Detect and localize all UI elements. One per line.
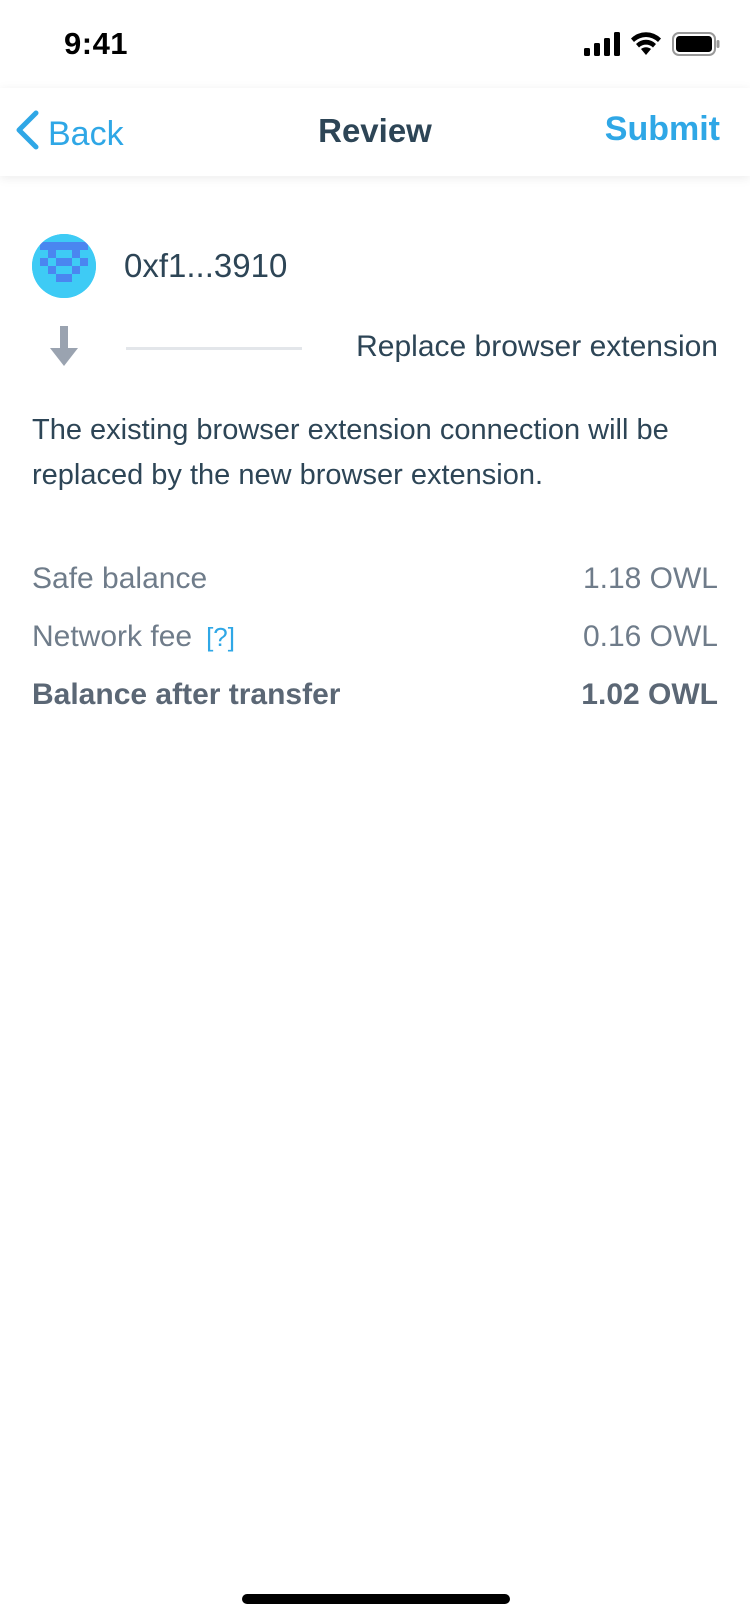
network-fee-row: Network fee [?] 0.16 OWL (32, 608, 718, 666)
network-fee-help-link[interactable]: [?] (206, 622, 235, 652)
balance-after-label: Balance after transfer (32, 678, 341, 711)
cellular-signal-icon (584, 32, 620, 61)
battery-icon (672, 32, 720, 61)
network-fee-value: 0.16 OWL (582, 620, 718, 653)
balance-after-row: Balance after transfer 1.02 OWL (32, 666, 718, 724)
arrow-down-icon (50, 326, 78, 375)
status-icons (584, 32, 720, 61)
account-row: 0xf1...3910 (32, 234, 287, 298)
safe-balance-label: Safe balance (32, 562, 208, 595)
transfer-divider (126, 347, 302, 350)
balance-summary: Safe balance 1.18 OWL Network fee [?] 0.1… (32, 550, 718, 724)
home-indicator[interactable] (242, 1594, 510, 1604)
account-avatar (32, 234, 96, 298)
wifi-icon (630, 32, 662, 61)
status-bar: 9:41 (0, 0, 750, 88)
transfer-label: Replace browser extension (356, 330, 718, 363)
transfer-row: Replace browser extension (32, 322, 718, 374)
balance-after-value: 1.02 OWL (581, 678, 718, 711)
safe-balance-row: Safe balance 1.18 OWL (32, 550, 718, 608)
description-text: The existing browser extension connectio… (32, 414, 669, 491)
network-fee-label-group: Network fee [?] (32, 620, 235, 654)
status-time: 9:41 (64, 26, 129, 61)
account-address: 0xf1...3910 (124, 247, 288, 284)
navigation-bar: Back Review Submit (0, 88, 750, 176)
safe-balance-value: 1.18 OWL (582, 562, 718, 595)
network-fee-label: Network fee (32, 620, 193, 653)
submit-button[interactable]: Submit (605, 110, 720, 149)
